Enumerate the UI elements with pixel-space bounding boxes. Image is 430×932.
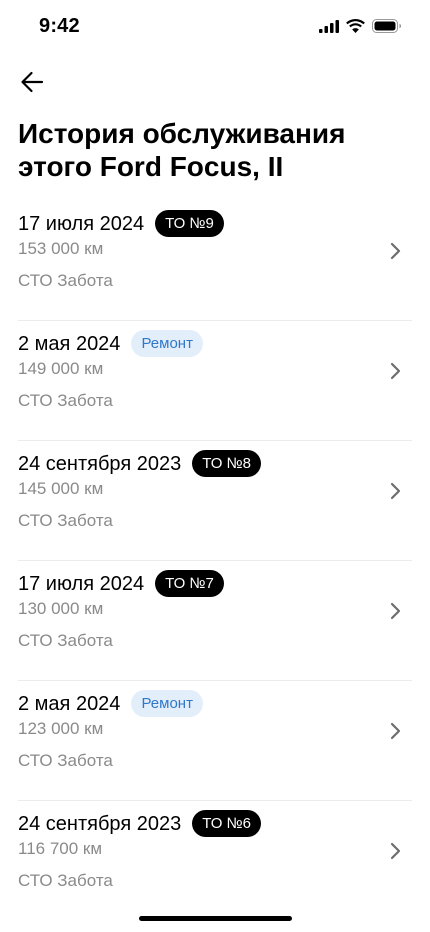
record-shop: СТО Забота [18, 391, 113, 410]
battery-icon [372, 19, 401, 33]
service-badge: ТО №8 [192, 450, 261, 477]
chevron-right-icon [390, 242, 401, 260]
record-mileage: 149 000 км [18, 359, 104, 378]
home-indicator[interactable] [139, 916, 292, 921]
chevron-right-icon [390, 722, 401, 740]
record-mileage: 145 000 км [18, 479, 104, 498]
service-record[interactable]: 17 июля 2024 ТО №7 130 000 км СТО Забота [0, 560, 430, 680]
repair-badge: Ремонт [131, 690, 203, 717]
record-mileage: 116 700 км [18, 839, 103, 858]
record-mileage: 130 000 км [18, 599, 104, 618]
record-header: 2 мая 2024 Ремонт [18, 330, 203, 357]
repair-badge: Ремонт [131, 330, 203, 357]
record-mileage: 123 000 км [18, 719, 104, 738]
record-shop: СТО Забота [18, 751, 113, 770]
service-record[interactable]: 17 июля 2024 ТО №9 153 000 км СТО Забота [0, 200, 430, 320]
service-badge: ТО №7 [155, 570, 224, 597]
record-shop: СТО Забота [18, 631, 113, 650]
service-record[interactable]: 24 сентября 2023 ТО №6 116 700 км СТО За… [0, 800, 430, 920]
record-date: 17 июля 2024 [18, 572, 145, 595]
record-header: 2 мая 2024 Ремонт [18, 690, 203, 717]
record-date: 2 мая 2024 [18, 692, 121, 715]
chevron-right-icon [390, 362, 401, 380]
service-badge: ТО №6 [192, 810, 261, 837]
service-record[interactable]: 24 сентября 2023 ТО №8 145 000 км СТО За… [0, 440, 430, 560]
arrow-left-icon [21, 71, 44, 93]
record-header: 17 июля 2024 ТО №9 [18, 210, 224, 237]
record-date: 2 мая 2024 [18, 332, 121, 355]
service-history-list: 17 июля 2024 ТО №9 153 000 км СТО Забота… [0, 200, 430, 920]
service-record[interactable]: 2 мая 2024 Ремонт 123 000 км СТО Забота [0, 680, 430, 800]
record-shop: СТО Забота [18, 871, 113, 890]
service-record[interactable]: 2 мая 2024 Ремонт 149 000 км СТО Забота [0, 320, 430, 440]
record-date: 24 сентября 2023 [18, 812, 182, 835]
status-time: 9:42 [39, 15, 80, 37]
record-header: 24 сентября 2023 ТО №8 [18, 450, 261, 477]
record-header: 17 июля 2024 ТО №7 [18, 570, 224, 597]
record-date: 24 сентября 2023 [18, 452, 182, 475]
record-date: 17 июля 2024 [18, 212, 145, 235]
chevron-right-icon [390, 602, 401, 620]
status-bar: 9:42 [0, 0, 430, 54]
status-icons [319, 19, 402, 33]
chevron-right-icon [390, 842, 401, 860]
back-button[interactable] [14, 64, 50, 100]
record-shop: СТО Забота [18, 511, 113, 530]
record-mileage: 153 000 км [18, 239, 104, 258]
record-header: 24 сентября 2023 ТО №6 [18, 810, 261, 837]
wifi-icon [346, 19, 365, 33]
record-shop: СТО Забота [18, 271, 113, 290]
chevron-right-icon [390, 482, 401, 500]
signal-icon [319, 19, 339, 33]
page-title: История обслуживания этого Ford Focus, I… [18, 118, 346, 182]
service-badge: ТО №9 [155, 210, 224, 237]
